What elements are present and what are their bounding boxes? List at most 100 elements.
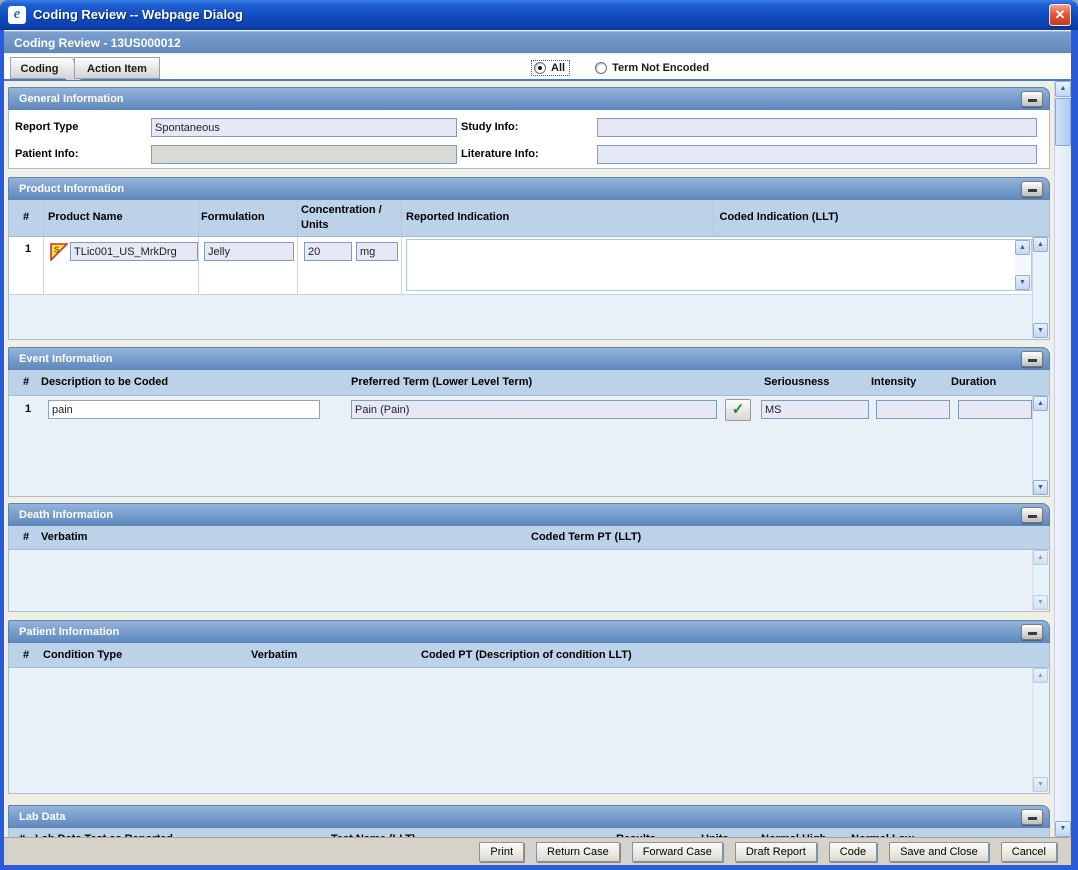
scroll-down-icon[interactable]: ▼: [1033, 595, 1048, 610]
death-section-scrollbar[interactable]: ▲ ▼: [1032, 550, 1048, 610]
return-case-button[interactable]: Return Case: [536, 841, 620, 862]
intensity-field[interactable]: [876, 400, 950, 419]
radio-term-not-encoded[interactable]: Term Not Encoded: [595, 62, 709, 74]
minimize-icon[interactable]: [1021, 351, 1043, 367]
col-num: #: [23, 211, 30, 223]
patient-info-field[interactable]: [151, 145, 457, 164]
formulation-field[interactable]: [204, 242, 294, 261]
col-num: #: [23, 531, 30, 543]
col-intensity: Intensity: [871, 376, 917, 388]
scroll-down-icon[interactable]: ▼: [1033, 323, 1048, 338]
product-section-scrollbar[interactable]: ▲ ▼: [1032, 237, 1048, 338]
print-button[interactable]: Print: [479, 841, 525, 862]
col-coded-term: Coded Term PT (LLT): [531, 531, 642, 543]
scroll-down-icon[interactable]: ▼: [1055, 821, 1071, 837]
radio-term-not-encoded-label: Term Not Encoded: [612, 62, 710, 74]
radio-all[interactable]: All: [530, 60, 571, 76]
general-information-header: General Information: [8, 87, 1050, 110]
code-button[interactable]: Code: [828, 841, 878, 862]
section-product-information: Product Information # Product Name Formu…: [8, 177, 1050, 341]
title-bar: e Coding Review -- Webpage Dialog ✕: [0, 0, 1078, 30]
scrollbar-thumb[interactable]: [1055, 98, 1071, 146]
minus-glyph: [1028, 632, 1037, 635]
preferred-term-field[interactable]: [351, 400, 717, 419]
death-information-body: # Verbatim Coded Term PT (LLT) ▲ ▼: [8, 526, 1050, 612]
lab-data-header: Lab Data: [8, 805, 1050, 828]
patient-info-label: Patient Info:: [15, 148, 79, 160]
col-preferred-term: Preferred Term (Lower Level Term): [351, 376, 533, 388]
section-death-information: Death Information # Verbatim Coded Term …: [8, 503, 1050, 613]
literature-info-field[interactable]: [597, 145, 1037, 164]
section-general-information: General Information Report Type Study In…: [8, 87, 1050, 170]
event-information-title: Event Information: [19, 353, 113, 365]
patient-information-header: Patient Information: [8, 620, 1050, 643]
scroll-up-icon[interactable]: ▲: [1033, 668, 1048, 683]
lab-column-header: # Lab Data Test as Reported Test Name (L…: [9, 828, 1049, 837]
tab-coding[interactable]: Coding: [10, 57, 68, 79]
event-information-header: Event Information: [8, 347, 1050, 370]
webpage-dialog: e Coding Review -- Webpage Dialog ✕ Codi…: [0, 0, 1078, 870]
minimize-icon[interactable]: [1021, 507, 1043, 523]
cancel-button[interactable]: Cancel: [1000, 841, 1057, 862]
minimize-icon[interactable]: [1021, 91, 1043, 107]
col-verbatim: Verbatim: [251, 649, 298, 661]
study-info-field[interactable]: [597, 118, 1037, 137]
minus-glyph: [1028, 99, 1037, 102]
radio-term-not-encoded-icon[interactable]: [595, 62, 608, 74]
death-information-header: Death Information: [8, 503, 1050, 526]
scroll-up-icon[interactable]: ▲: [1033, 550, 1048, 565]
product-information-header: Product Information: [8, 177, 1050, 200]
radio-all-icon[interactable]: [534, 62, 546, 74]
save-and-close-button[interactable]: Save and Close: [889, 841, 989, 862]
encode-check-button[interactable]: ✓: [725, 399, 751, 421]
col-coded-indication: Coded Indication (LLT): [719, 211, 839, 223]
report-type-label: Report Type: [15, 121, 79, 133]
minus-glyph: [1028, 515, 1037, 518]
reported-indication-textarea[interactable]: ▲ ▼: [406, 239, 1032, 291]
radio-all-label: All: [551, 62, 566, 74]
duration-field[interactable]: [958, 400, 1032, 419]
scroll-up-icon[interactable]: ▲: [1015, 240, 1030, 255]
scroll-down-icon[interactable]: ▼: [1033, 777, 1048, 792]
dialog-content: General Information Report Type Study In…: [4, 81, 1071, 837]
col-reported-indication: Reported Indication: [406, 211, 510, 223]
event-section-scrollbar[interactable]: ▲ ▼: [1032, 396, 1048, 495]
minus-glyph: [1028, 189, 1037, 192]
seriousness-field[interactable]: [761, 400, 869, 419]
forward-case-button[interactable]: Forward Case: [631, 841, 723, 862]
col-verbatim: Verbatim: [41, 531, 88, 543]
scroll-up-icon[interactable]: ▲: [1055, 81, 1071, 97]
filter-radio-group: All Term Not Encoded: [530, 58, 709, 78]
scroll-up-icon[interactable]: ▲: [1033, 396, 1048, 411]
scroll-down-icon[interactable]: ▼: [1015, 275, 1030, 290]
row-number: 1: [25, 403, 32, 415]
scroll-down-icon[interactable]: ▼: [1033, 480, 1048, 495]
main-scrollbar[interactable]: ▲ ▼: [1054, 81, 1071, 837]
report-type-field[interactable]: [151, 118, 457, 137]
general-information-title: General Information: [19, 93, 124, 105]
window-title: Coding Review -- Webpage Dialog: [33, 7, 243, 22]
event-information-body: # Description to be Coded Preferred Term…: [8, 370, 1050, 497]
section-lab-data: Lab Data # Lab Data Test as Reported Tes…: [8, 805, 1050, 837]
draft-report-button[interactable]: Draft Report: [734, 841, 817, 862]
lab-data-body: # Lab Data Test as Reported Test Name (L…: [8, 828, 1050, 837]
product-information-title: Product Information: [19, 183, 125, 195]
minimize-icon[interactable]: [1021, 809, 1043, 825]
footer-button-bar: Print Return Case Forward Case Draft Rep…: [4, 837, 1071, 865]
product-name-field[interactable]: [70, 242, 198, 261]
units-field[interactable]: [356, 242, 398, 261]
tab-action-item[interactable]: Action Item: [74, 57, 160, 79]
minimize-icon[interactable]: [1021, 624, 1043, 640]
close-icon[interactable]: ✕: [1049, 4, 1071, 26]
case-title: Coding Review - 13US000012: [14, 36, 181, 50]
product-column-header: # Product Name Formulation Concentration…: [9, 200, 1049, 237]
concentration-field[interactable]: [304, 242, 352, 261]
description-to-be-coded-field[interactable]: [48, 400, 320, 419]
textarea-scrollbar[interactable]: ▲ ▼: [1015, 240, 1031, 290]
minimize-icon[interactable]: [1021, 181, 1043, 197]
patient-section-scrollbar[interactable]: ▲ ▼: [1032, 668, 1048, 792]
death-column-header: # Verbatim Coded Term PT (LLT): [9, 526, 1049, 550]
ie-logo-icon: e: [8, 6, 26, 24]
row-number: 1: [25, 243, 32, 255]
scroll-up-icon[interactable]: ▲: [1033, 237, 1048, 252]
